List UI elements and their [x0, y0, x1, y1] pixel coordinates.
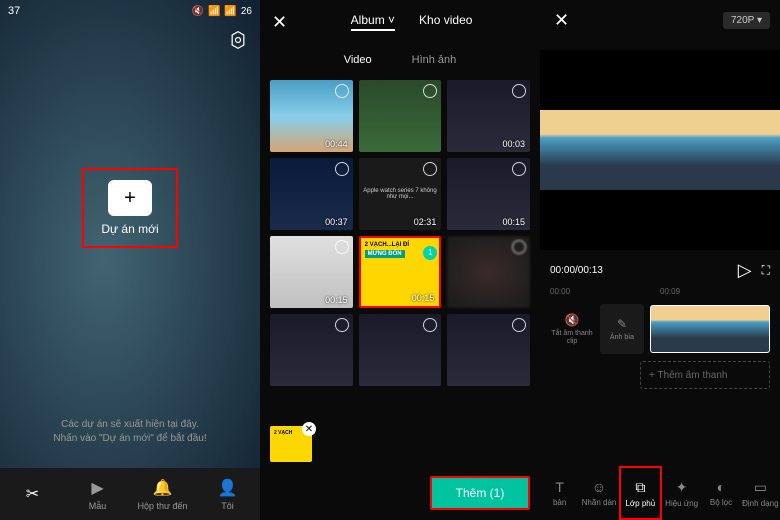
sticker-icon: ☺	[592, 479, 606, 495]
thumbnail-4[interactable]: Apple watch series 7 không như mọi...02:…	[359, 158, 442, 230]
tool-Lớp phủ[interactable]: ⧉Lớp phủ	[619, 466, 662, 520]
editor-toolbar: Tbản☺Nhãn dán⧉Lớp phủ✦Hiệu ứng◐Bộ lọc▭Đị…	[540, 466, 780, 520]
tool-Hiệu ứng[interactable]: ✦Hiệu ứng	[662, 466, 701, 520]
select-circle[interactable]	[423, 84, 437, 98]
tool-bản[interactable]: Tbản	[540, 466, 579, 520]
timeline-track: 🔇 Tắt âm thanh clip ✎ Ảnh bìa	[540, 301, 780, 357]
format-icon: ▭	[754, 479, 767, 496]
tool-Định dạng[interactable]: ▭Định dạng	[741, 466, 780, 520]
selection-badge: 1	[423, 246, 437, 260]
bell-icon: 🔔	[153, 478, 173, 498]
nav-edit[interactable]: ✂	[0, 468, 65, 520]
status-time: 37	[8, 5, 20, 17]
select-circle[interactable]	[335, 162, 349, 176]
select-circle[interactable]	[423, 318, 437, 332]
time-display: 00:00/00:13	[550, 265, 603, 276]
edit-icon: ✎	[617, 317, 627, 331]
thumbnail-1[interactable]	[359, 80, 442, 152]
resolution-button[interactable]: 720P ▾	[723, 12, 770, 29]
duration-label: 00:15	[502, 217, 525, 227]
subtab-video[interactable]: Video	[344, 54, 372, 66]
settings-button[interactable]	[228, 30, 248, 50]
mute-icon: 🔇	[192, 6, 204, 17]
video-clip[interactable]	[650, 305, 770, 353]
home-screen: 37 🔇 📶 📶 26 + Dự án mới Các dự án sẽ xuấ…	[0, 0, 260, 520]
add-button[interactable]: Thêm (1)	[430, 476, 530, 510]
status-bar: 37 🔇 📶 📶 26	[0, 0, 260, 22]
select-circle[interactable]	[335, 318, 349, 332]
thumbnail-5[interactable]: 00:15	[447, 158, 530, 230]
media-type-tabs: Video Hình ảnh	[260, 44, 540, 76]
playback-controls: 00:00/00:13 ▷ ⛶	[540, 260, 780, 281]
close-button[interactable]: ✕	[268, 8, 291, 37]
filter-icon: ◐	[717, 479, 725, 495]
wifi-icon: 📶	[208, 6, 220, 17]
timeline-ruler: 00:00 00:09	[540, 281, 780, 301]
signal-icon: 📶	[224, 6, 236, 17]
bottom-nav: ✂ ▶ Mẫu 🔔 Hộp thư đến 👤 Tôi	[0, 468, 260, 520]
tab-album[interactable]: Album ˅	[351, 13, 395, 31]
remove-selected-button[interactable]: ✕	[302, 422, 316, 436]
select-circle[interactable]	[512, 84, 526, 98]
empty-hint: Các dự án sẽ xuất hiện tại đây. Nhấn vào…	[0, 418, 260, 446]
tool-Bộ lọc[interactable]: ◐Bộ lọc	[701, 466, 740, 520]
media-picker: ✕ Album ˅ Kho video Video Hình ảnh 00:44…	[260, 0, 540, 520]
nav-templates[interactable]: ▶ Mẫu	[65, 468, 130, 520]
nav-me[interactable]: 👤 Tôi	[195, 468, 260, 520]
mute-clip-button[interactable]: 🔇 Tắt âm thanh clip	[550, 304, 594, 354]
thumbnail-6[interactable]: 00:15	[270, 236, 353, 308]
select-circle[interactable]	[512, 240, 526, 254]
effect-icon: ✦	[676, 479, 688, 496]
source-tabs: Album ˅ Kho video	[291, 13, 532, 31]
duration-label: 00:15	[325, 295, 348, 305]
thumbnail-0[interactable]: 00:44	[270, 80, 353, 152]
speaker-icon: 🔇	[565, 313, 580, 327]
thumbnail-grid: 00:44 00:03 00:37 Apple watch series 7 khôn…	[260, 76, 540, 390]
overlay-icon: ⧉	[635, 479, 645, 496]
preview-frame	[540, 110, 780, 190]
play-button[interactable]: ▷	[738, 260, 752, 281]
duration-label: 00:15	[412, 293, 435, 303]
status-icons: 🔇 📶 📶 26	[192, 6, 252, 17]
battery-text: 26	[241, 6, 252, 17]
duration-label: 00:37	[325, 217, 348, 227]
cover-button[interactable]: ✎ Ảnh bìa	[600, 304, 644, 354]
select-circle[interactable]	[335, 84, 349, 98]
duration-label: 00:44	[325, 139, 348, 149]
user-icon: 👤	[218, 478, 238, 498]
add-audio-button[interactable]: + Thêm âm thanh	[640, 361, 770, 389]
picker-header: ✕ Album ˅ Kho video	[260, 0, 540, 44]
new-project-label: Dự án mới	[101, 222, 158, 236]
thumbnail-7[interactable]: 2 VẠCH...LẠI ĐÍMỪNG ĐÓN100:15	[359, 236, 442, 308]
nav-inbox[interactable]: 🔔 Hộp thư đến	[130, 468, 195, 520]
tab-stock[interactable]: Kho video	[419, 13, 472, 31]
editor-header: ✕ 720P ▾	[540, 0, 780, 40]
template-icon: ▶	[91, 478, 103, 498]
plus-icon: +	[108, 180, 152, 216]
thumbnail-10[interactable]	[359, 314, 442, 386]
expand-button[interactable]: ⛶	[762, 263, 770, 278]
thumbnail-2[interactable]: 00:03	[447, 80, 530, 152]
select-circle[interactable]	[335, 240, 349, 254]
scissors-icon: ✂	[26, 484, 39, 504]
thumbnail-3[interactable]: 00:37	[270, 158, 353, 230]
new-project-button[interactable]: + Dự án mới	[82, 168, 178, 248]
selected-thumb[interactable]: 2 VẠCH ✕	[270, 426, 312, 462]
duration-label: 02:31	[414, 217, 437, 227]
select-circle[interactable]	[512, 318, 526, 332]
close-button[interactable]: ✕	[550, 6, 573, 35]
select-circle[interactable]	[423, 162, 437, 176]
thumbnail-11[interactable]	[447, 314, 530, 386]
editor-screen: ✕ 720P ▾ 00:00/00:13 ▷ ⛶ 00:00 00:09 🔇 T…	[540, 0, 780, 520]
duration-label: 00:03	[502, 139, 525, 149]
video-preview[interactable]	[540, 50, 780, 250]
thumbnail-8[interactable]	[447, 236, 530, 308]
select-circle[interactable]	[512, 162, 526, 176]
thumbnail-9[interactable]	[270, 314, 353, 386]
T-icon: T	[555, 479, 564, 495]
subtab-image[interactable]: Hình ảnh	[412, 54, 457, 66]
chevron-down-icon: ˅	[388, 13, 395, 27]
tool-Nhãn dán[interactable]: ☺Nhãn dán	[579, 466, 618, 520]
